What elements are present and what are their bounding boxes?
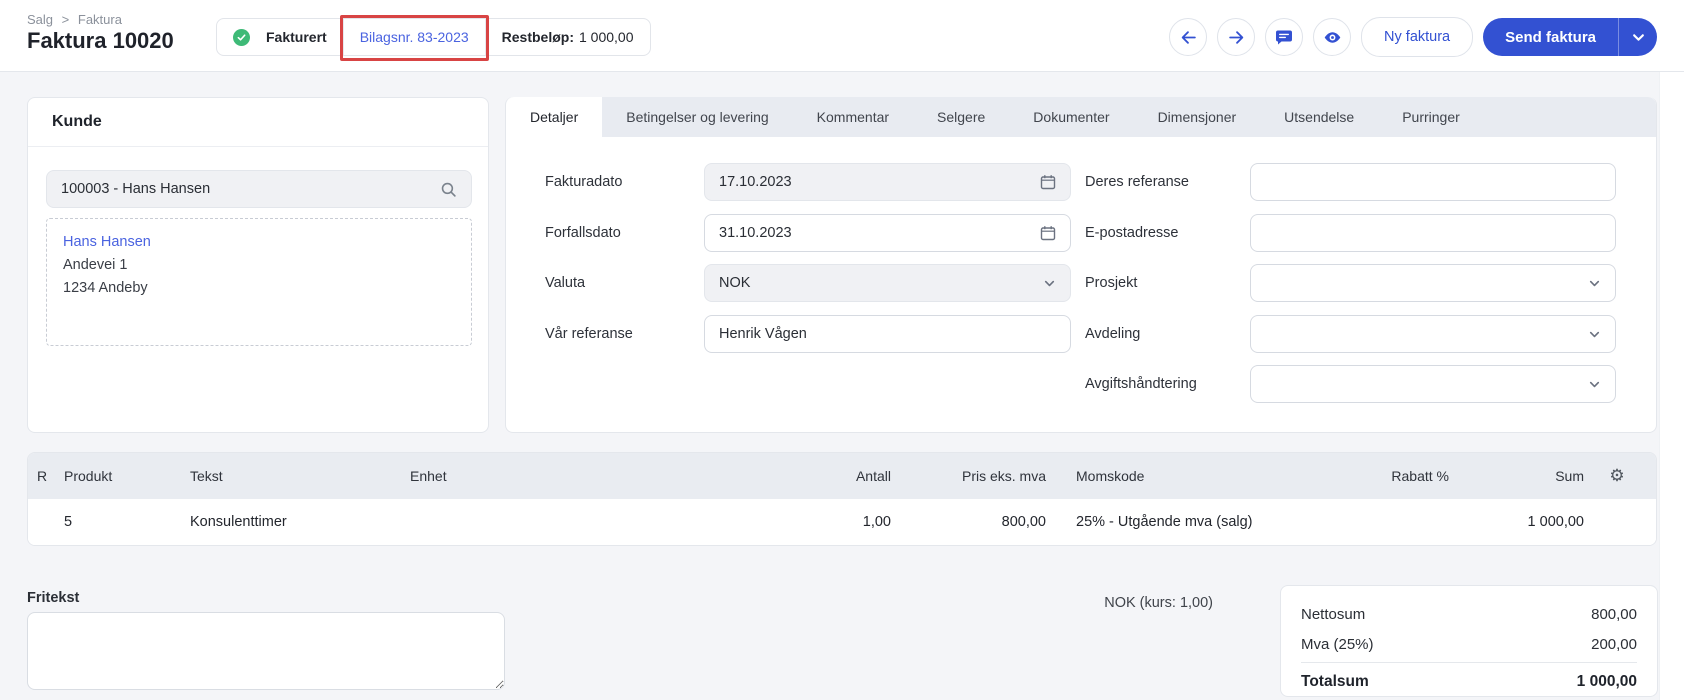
- comment-icon: [1275, 28, 1293, 46]
- col-produkt: Produkt: [62, 468, 188, 484]
- free-text-label: Fritekst: [27, 590, 79, 606]
- department-label: Avdeling: [1085, 315, 1140, 353]
- table-row[interactable]: 5 Konsulenttimer 1,00 800,00 25% - Utgåe…: [28, 499, 1656, 546]
- total-sum-value: 1 000,00: [1577, 673, 1637, 691]
- new-invoice-label: Ny faktura: [1384, 29, 1450, 45]
- tab-purringer[interactable]: Purringer: [1378, 97, 1484, 137]
- their-reference-label: Deres referanse: [1085, 163, 1189, 201]
- table-settings-button[interactable]: ⚙: [1586, 466, 1648, 486]
- remaining-label: Restbeløp:: [502, 29, 574, 45]
- their-reference-input[interactable]: [1250, 163, 1616, 201]
- free-text-input[interactable]: [27, 612, 505, 690]
- invoice-page: Salg > Faktura Faktura 10020 Fakturert B…: [0, 0, 1684, 700]
- next-invoice-button[interactable]: [1217, 18, 1255, 56]
- net-sum-value: 800,00: [1591, 606, 1637, 623]
- customer-name-link[interactable]: Hans Hansen: [63, 231, 455, 254]
- previous-invoice-button[interactable]: [1169, 18, 1207, 56]
- tab-strip: Detaljer Betingelser og levering Komment…: [506, 97, 1656, 137]
- customer-card: Kunde 100003 - Hans Hansen Hans Hansen A…: [27, 97, 489, 433]
- tab-dimensjoner[interactable]: Dimensjoner: [1134, 97, 1261, 137]
- status-badge: Fakturert: [217, 19, 343, 55]
- currency-rate-note: NOK (kurs: 1,00): [1000, 595, 1213, 611]
- col-rabatt: Rabatt %: [1378, 468, 1451, 484]
- row-antall: 1,00: [448, 514, 893, 530]
- email-label: E-postadresse: [1085, 214, 1179, 252]
- customer-address-box: Hans Hansen Andevei 1 1234 Andeby: [46, 218, 472, 346]
- row-sum: 1 000,00: [1451, 514, 1586, 530]
- remaining-amount: Restbeløp: 1 000,00: [485, 19, 650, 55]
- customer-address-line1: Andevei 1: [63, 254, 455, 277]
- customer-card-title: Kunde: [28, 98, 488, 147]
- search-icon: [440, 181, 457, 198]
- send-invoice-label: Send faktura: [1505, 29, 1596, 46]
- header-actions: Ny faktura Send faktura: [1169, 17, 1657, 57]
- tax-handling-label: Avgiftshåndtering: [1085, 365, 1197, 403]
- page-title: Faktura 10020: [27, 28, 174, 54]
- chevron-down-icon: [1588, 378, 1601, 391]
- tab-betingelser-og-levering[interactable]: Betingelser og levering: [602, 97, 792, 137]
- vat-value: 200,00: [1591, 636, 1637, 653]
- col-antall: Antall: [448, 468, 893, 484]
- preview-button[interactable]: [1313, 18, 1351, 56]
- line-items-table: R Produkt Tekst Enhet Antall Pris eks. m…: [27, 452, 1657, 546]
- chevron-down-icon: [1588, 328, 1601, 341]
- email-input[interactable]: [1250, 214, 1616, 252]
- department-select[interactable]: [1250, 315, 1616, 353]
- project-label: Prosjekt: [1085, 264, 1137, 302]
- row-produkt: 5: [62, 514, 188, 530]
- col-momskode: Momskode: [1048, 468, 1378, 484]
- eye-icon: [1323, 28, 1342, 47]
- totals-card: Nettosum 800,00 Mva (25%) 200,00 Totalsu…: [1280, 585, 1658, 697]
- table-header-row: R Produkt Tekst Enhet Antall Pris eks. m…: [28, 453, 1656, 499]
- col-pris-eks-mva: Pris eks. mva: [893, 468, 1048, 484]
- chevron-down-icon: [1588, 277, 1601, 290]
- customer-search-value: 100003 - Hans Hansen: [61, 181, 210, 197]
- send-invoice-dropdown[interactable]: [1618, 18, 1657, 56]
- status-label: Fakturert: [266, 29, 327, 45]
- comments-button[interactable]: [1265, 18, 1303, 56]
- details-card: Detaljer Betingelser og levering Komment…: [505, 97, 1657, 433]
- tax-handling-select[interactable]: [1250, 365, 1616, 403]
- breadcrumb-separator: >: [62, 12, 70, 27]
- gear-icon: ⚙: [1609, 466, 1624, 485]
- arrow-right-icon: [1228, 29, 1245, 46]
- col-tekst: Tekst: [188, 468, 408, 484]
- row-momskode: 25% - Utgående mva (salg): [1048, 514, 1378, 530]
- check-circle-icon: [233, 29, 250, 46]
- tab-detaljer[interactable]: Detaljer: [506, 97, 602, 137]
- row-pris: 800,00: [893, 514, 1048, 530]
- total-sum-label: Totalsum: [1301, 673, 1369, 691]
- totals-divider: [1301, 662, 1637, 663]
- voucher-link[interactable]: Bilagsnr. 83-2023: [343, 19, 485, 55]
- customer-address-line2: 1234 Andeby: [63, 277, 455, 300]
- row-tekst: Konsulenttimer: [188, 514, 408, 530]
- total-sum-row: Totalsum 1 000,00: [1301, 666, 1637, 698]
- col-enhet: Enhet: [408, 468, 448, 484]
- col-r: R: [28, 468, 62, 484]
- new-invoice-button[interactable]: Ny faktura: [1361, 17, 1473, 57]
- vat-row: Mva (25%) 200,00: [1301, 629, 1637, 659]
- breadcrumb-faktura[interactable]: Faktura: [78, 12, 122, 27]
- col-sum: Sum: [1451, 468, 1586, 484]
- customer-search-input[interactable]: 100003 - Hans Hansen: [46, 170, 472, 208]
- remaining-value: 1 000,00: [579, 29, 634, 45]
- breadcrumb-salg[interactable]: Salg: [27, 12, 53, 27]
- tab-selgere[interactable]: Selgere: [913, 97, 1009, 137]
- status-badge-group: Fakturert Bilagsnr. 83-2023 Restbeløp: 1…: [216, 18, 651, 56]
- net-sum-label: Nettosum: [1301, 606, 1365, 623]
- tab-utsendelse[interactable]: Utsendelse: [1260, 97, 1378, 137]
- send-invoice-button[interactable]: Send faktura: [1483, 18, 1618, 56]
- voucher-link-label[interactable]: Bilagsnr. 83-2023: [360, 29, 469, 45]
- project-select[interactable]: [1250, 264, 1616, 302]
- breadcrumb: Salg > Faktura: [27, 12, 122, 27]
- tab-dokumenter[interactable]: Dokumenter: [1009, 97, 1133, 137]
- top-header: Salg > Faktura Faktura 10020 Fakturert B…: [0, 0, 1684, 72]
- vertical-scrollbar[interactable]: [1659, 72, 1684, 700]
- tab-kommentar[interactable]: Kommentar: [793, 97, 913, 137]
- chevron-down-icon: [1632, 31, 1645, 44]
- arrow-left-icon: [1180, 29, 1197, 46]
- net-sum-row: Nettosum 800,00: [1301, 599, 1637, 629]
- vat-label: Mva (25%): [1301, 636, 1374, 653]
- send-invoice-split-button: Send faktura: [1483, 18, 1657, 56]
